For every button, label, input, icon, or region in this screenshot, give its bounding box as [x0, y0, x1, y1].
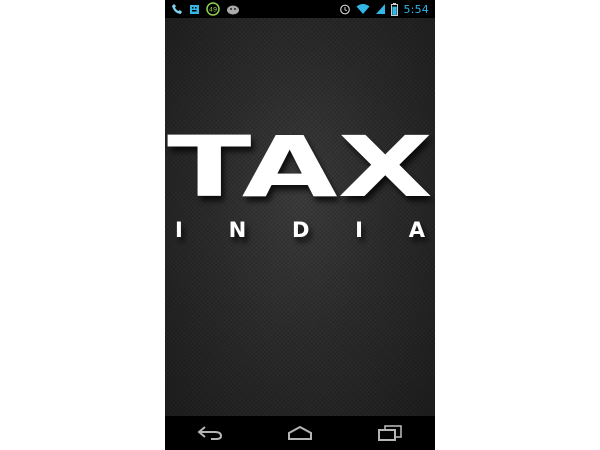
- back-icon: [197, 426, 223, 440]
- keyboard-icon: [189, 4, 200, 15]
- home-button[interactable]: [275, 419, 325, 447]
- signal-icon: [375, 3, 386, 15]
- system-icons: 5:54: [339, 0, 435, 18]
- status-time: 5:54: [403, 2, 429, 16]
- phone-call-icon: [171, 3, 183, 15]
- wifi-icon: [356, 3, 370, 15]
- android-icon: [226, 3, 240, 15]
- splash-screen: TAX I N D I A: [165, 18, 435, 416]
- logo-subtitle: I N D I A: [175, 218, 426, 242]
- home-icon: [288, 425, 312, 440]
- logo-title: TAX: [167, 118, 433, 216]
- recent-apps-icon: [378, 425, 402, 441]
- battery-icon: [391, 2, 399, 16]
- badge-count: 49: [209, 6, 217, 14]
- back-button[interactable]: [185, 419, 235, 447]
- recent-apps-button[interactable]: [365, 419, 415, 447]
- navigation-bar: [165, 416, 435, 450]
- badge-49-icon: 49: [206, 2, 220, 16]
- tax-india-logo: TAX I N D I A: [167, 118, 433, 242]
- status-bar: 49 5:54: [165, 0, 435, 18]
- phone-screen: 49 5:54 TAX I N D I A: [165, 0, 435, 450]
- notification-icons: 49: [165, 0, 240, 18]
- alarm-icon: [339, 3, 351, 15]
